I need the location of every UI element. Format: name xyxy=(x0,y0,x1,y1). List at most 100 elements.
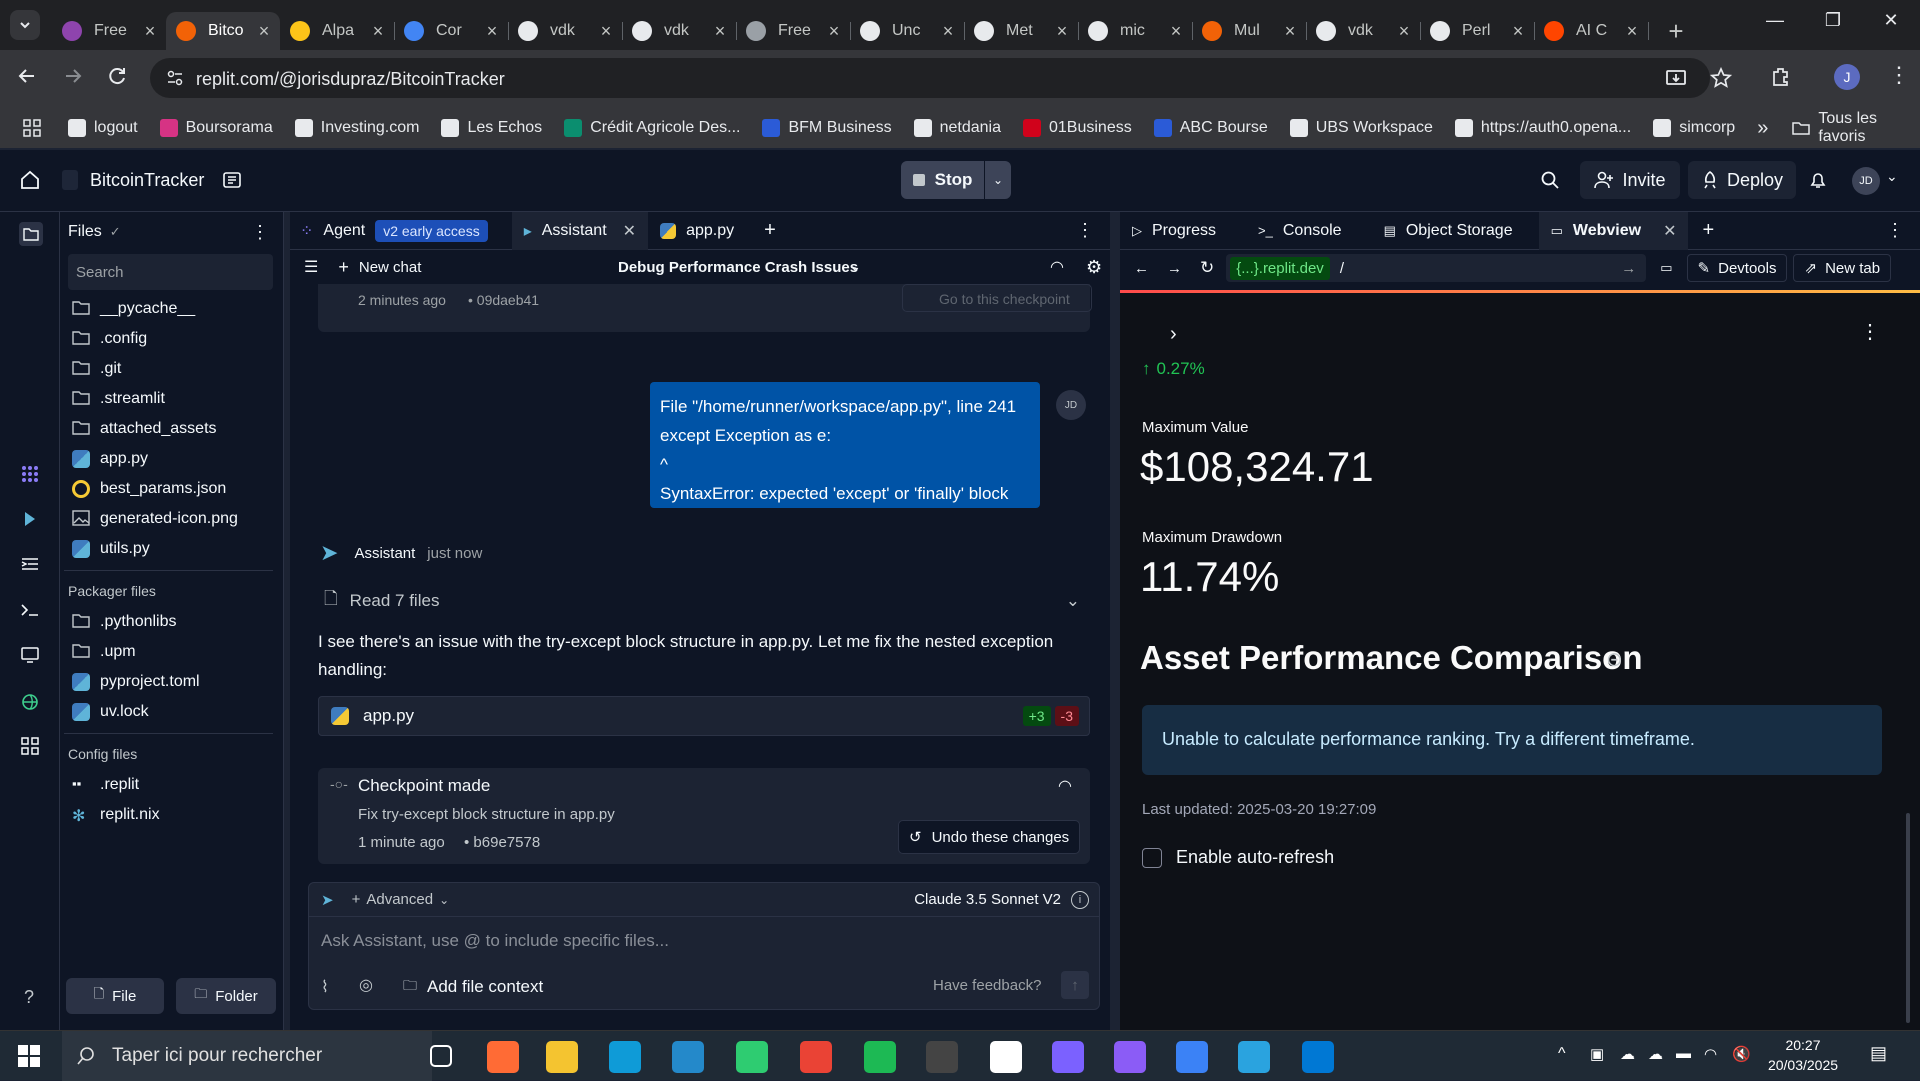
read-files-collapse[interactable]: 🗋 Read 7 files ⌄ xyxy=(324,586,1090,615)
app-menu-icon[interactable]: ⋮ xyxy=(1860,319,1880,344)
tab-search-button[interactable] xyxy=(10,10,40,40)
taskbar-search[interactable]: Taper ici pour rechercher xyxy=(62,1031,432,1081)
device-icon[interactable]: ▭ xyxy=(1660,260,1672,276)
help-icon[interactable]: ? xyxy=(24,987,34,1008)
undo-changes-button[interactable]: ↺ Undo these changes xyxy=(898,820,1080,854)
back-icon[interactable] xyxy=(16,65,38,87)
files-search-input[interactable]: Search xyxy=(68,254,273,290)
browser-tab[interactable]: Mul × xyxy=(1192,12,1307,50)
webview-scrollbar[interactable] xyxy=(1906,813,1910,1023)
browser-tab[interactable]: mic × xyxy=(1078,12,1193,50)
chat-input[interactable]: Ask Assistant, use @ to include specific… xyxy=(321,931,669,951)
close-tab-icon[interactable]: × xyxy=(712,21,728,42)
browser-tab[interactable]: vdk × xyxy=(1306,12,1421,50)
reload-icon[interactable] xyxy=(106,65,128,87)
bookmark-item[interactable]: https://auth0.opena... xyxy=(1454,119,1631,137)
clock-time[interactable]: 20:27 xyxy=(1768,1037,1838,1053)
browser-tab[interactable]: vdk × xyxy=(622,12,737,50)
browser-tab[interactable]: Alpa × xyxy=(280,12,395,50)
pane-menu-icon[interactable]: ⋮ xyxy=(1076,220,1094,241)
file-tree-item[interactable]: .upm xyxy=(60,637,283,667)
add-tab-icon[interactable]: + xyxy=(764,219,776,242)
add-tab-icon[interactable]: + xyxy=(1702,219,1714,242)
advanced-dropdown[interactable]: + Advanced ⌄ xyxy=(352,891,450,908)
chat-history-icon[interactable]: ☰ xyxy=(304,257,318,277)
shell-icon[interactable] xyxy=(20,602,40,618)
file-tree-item[interactable]: .config xyxy=(60,324,283,354)
browser-tab[interactable]: Perl × xyxy=(1420,12,1535,50)
model-selector[interactable]: Claude 3.5 Sonnet V2 xyxy=(914,891,1061,908)
tab-console[interactable]: >_ Console xyxy=(1246,212,1354,250)
app-icon[interactable] xyxy=(864,1041,896,1073)
auto-refresh-checkbox[interactable]: Enable auto-refresh xyxy=(1142,847,1334,868)
close-tab-icon[interactable]: × xyxy=(598,21,614,42)
file-tree-item[interactable]: ▪▪ .replit xyxy=(60,770,283,800)
stop-button[interactable]: Stop xyxy=(901,161,984,199)
close-tab-icon[interactable]: ✕ xyxy=(1663,221,1676,241)
file-tree-item[interactable]: __pycache__ xyxy=(60,294,283,324)
add-file-context-button[interactable]: 🗀 Add file context xyxy=(403,975,543,999)
forward-icon[interactable]: → xyxy=(1167,260,1182,277)
windows-start-icon[interactable] xyxy=(18,1045,40,1067)
file-tree-item[interactable]: .git xyxy=(60,354,283,384)
files-menu-icon[interactable]: ⋮ xyxy=(251,222,269,243)
tab-webview[interactable]: ▭ Webview ✕ xyxy=(1538,211,1689,250)
chevron-right-icon[interactable]: › xyxy=(1170,323,1177,346)
diff-file-card[interactable]: app.py +3 -3 xyxy=(318,696,1090,736)
new-chat-button[interactable]: + New chat xyxy=(338,257,421,278)
file-tree-item[interactable]: .streamlit xyxy=(60,384,283,414)
target-icon[interactable]: ◎ xyxy=(359,975,373,995)
chrome-icon[interactable] xyxy=(800,1041,832,1073)
search-icon[interactable] xyxy=(1540,170,1560,190)
file-tree-item[interactable]: utils.py xyxy=(60,534,283,564)
close-tab-icon[interactable]: × xyxy=(1510,21,1526,42)
file-tree-item[interactable]: .pythonlibs xyxy=(60,607,283,637)
run-options-dropdown[interactable]: ⌄ xyxy=(985,161,1011,199)
go-icon[interactable]: → xyxy=(1621,260,1636,277)
new-tab-button[interactable]: ⇗ New tab xyxy=(1793,254,1892,282)
forward-icon[interactable] xyxy=(62,65,84,87)
files-tool-icon[interactable] xyxy=(19,222,43,246)
close-tab-icon[interactable]: × xyxy=(370,21,386,42)
file-tree-item[interactable]: generated-icon.png xyxy=(60,504,283,534)
browser-tab[interactable]: Free × xyxy=(736,12,851,50)
file-tree-item[interactable]: uv.lock xyxy=(60,697,283,727)
bookmark-item[interactable]: logout xyxy=(68,119,138,137)
restore-button[interactable]: ❐ xyxy=(1818,10,1848,31)
project-info-icon[interactable] xyxy=(222,170,242,190)
back-icon[interactable]: ← xyxy=(1134,260,1149,277)
close-tab-icon[interactable]: × xyxy=(1396,21,1412,42)
deployments-tool-icon[interactable] xyxy=(20,692,40,712)
apps-grid-icon[interactable] xyxy=(22,118,42,138)
browser-tab[interactable]: Bitco × xyxy=(166,12,280,50)
address-bar[interactable]: replit.com/@jorisdupraz/BitcoinTracker xyxy=(150,58,1732,98)
vscode-icon[interactable] xyxy=(672,1041,704,1073)
bookmark-item[interactable]: 01Business xyxy=(1023,119,1132,137)
bookmark-item[interactable]: Investing.com xyxy=(294,119,419,137)
bookmark-item[interactable]: Crédit Agricole Des... xyxy=(564,119,740,137)
new-folder-button[interactable]: 🗀 Folder xyxy=(176,978,276,1014)
app-icon[interactable] xyxy=(487,1041,519,1073)
tab-assistant[interactable]: ▸ Assistant ✕ xyxy=(511,211,649,250)
browser-tab[interactable]: Free × xyxy=(52,12,167,50)
app-icon[interactable] xyxy=(926,1041,958,1073)
devtools-button[interactable]: ✎ Devtools xyxy=(1686,254,1788,282)
file-tree-item[interactable]: best_params.json xyxy=(60,474,283,504)
task-view-icon[interactable] xyxy=(430,1045,452,1067)
extensions-icon[interactable] xyxy=(1770,66,1792,88)
browser-tab[interactable]: vdk × xyxy=(508,12,623,50)
close-tab-icon[interactable]: × xyxy=(940,21,956,42)
telegram-icon[interactable] xyxy=(1238,1041,1270,1073)
clock-date[interactable]: 20/03/2025 xyxy=(1760,1057,1846,1073)
pane-menu-icon[interactable]: ⋮ xyxy=(1886,220,1904,241)
app-icon[interactable] xyxy=(1176,1041,1208,1073)
file-tree-item[interactable]: attached_assets xyxy=(60,414,283,444)
checkbox-box[interactable] xyxy=(1142,847,1162,868)
close-tab-icon[interactable]: ✕ xyxy=(623,221,636,241)
volume-mute-icon[interactable]: 🔇 xyxy=(1732,1045,1751,1063)
file-tree-item[interactable]: app.py xyxy=(60,444,283,474)
tab-app-py[interactable]: app.py xyxy=(648,212,746,250)
bookmark-item[interactable]: ABC Bourse xyxy=(1153,119,1268,137)
reload-icon[interactable]: ↻ xyxy=(1200,258,1214,278)
close-tab-icon[interactable]: × xyxy=(1168,21,1184,42)
